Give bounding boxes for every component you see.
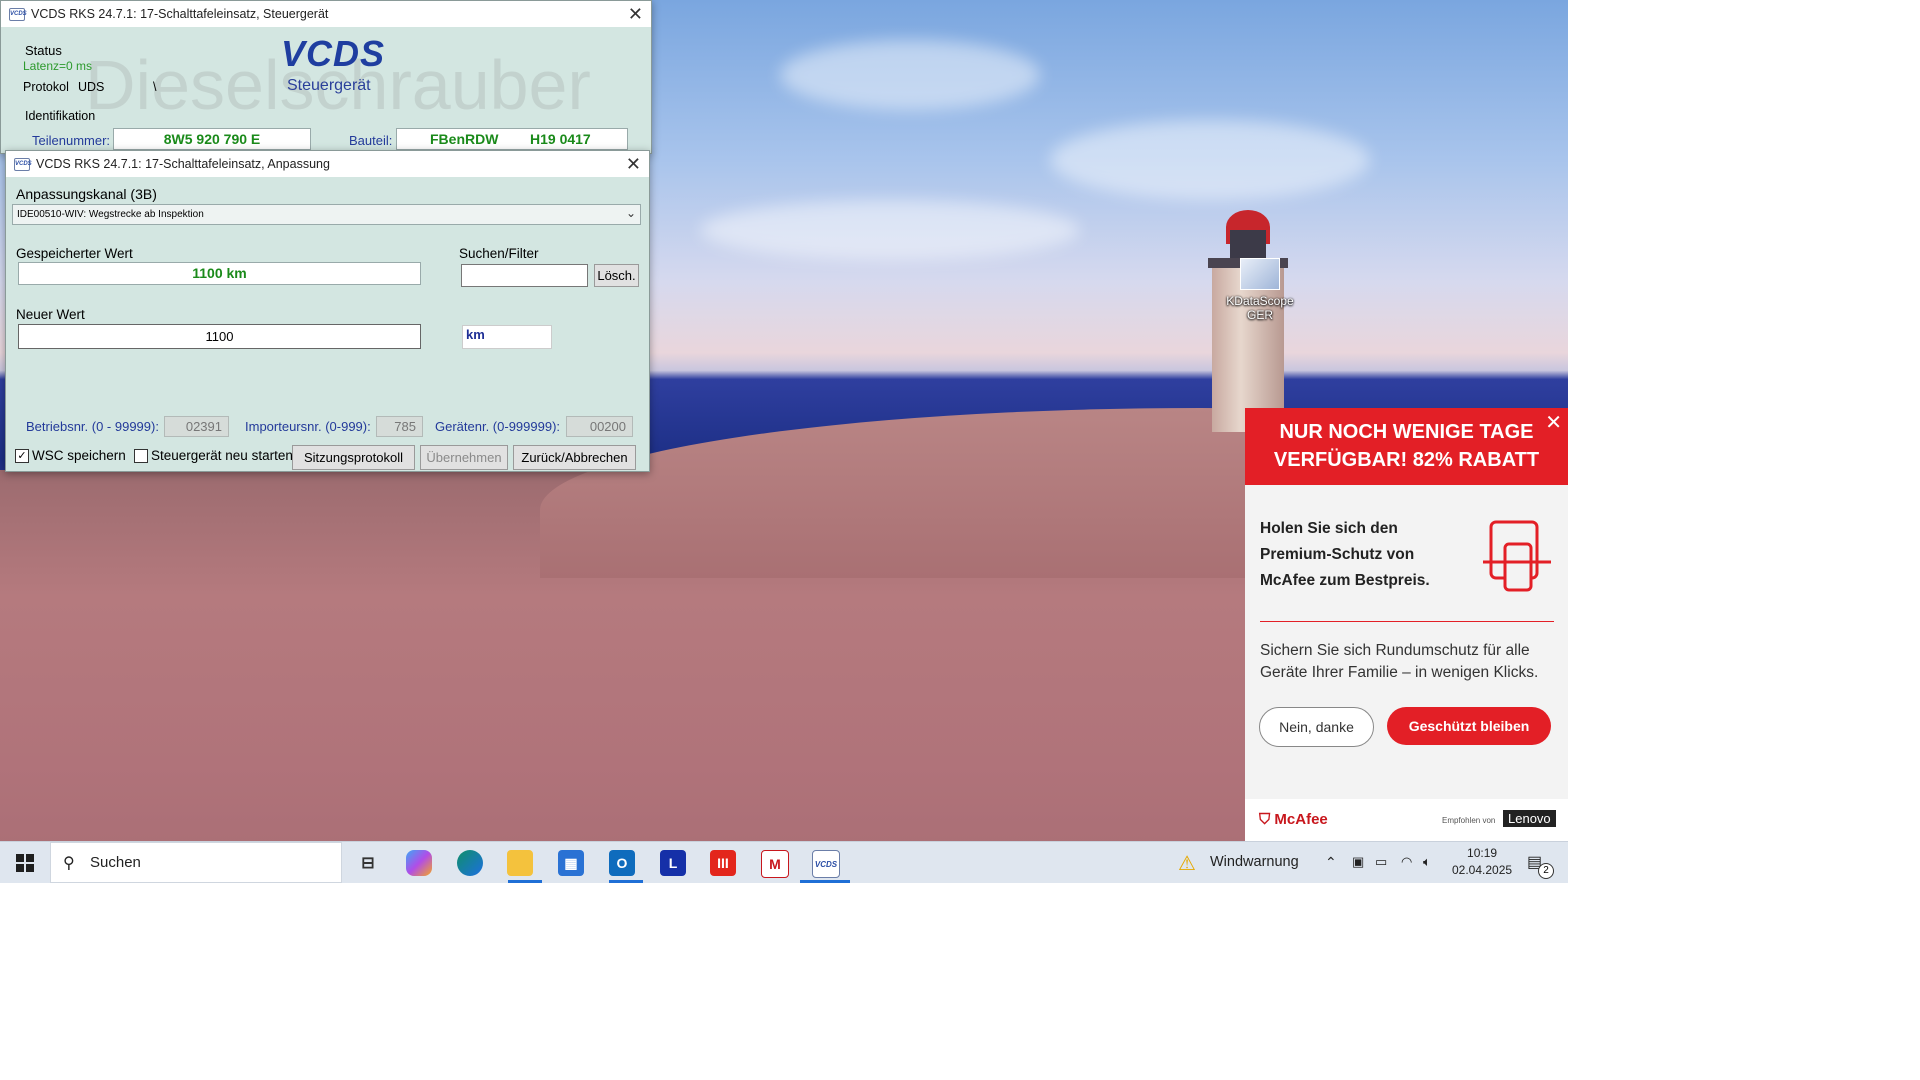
taskbar: ⚲ Suchen ⊟ ▦ O L III M VCDS ⚠ Windwarnun… bbox=[0, 841, 1568, 883]
stored-value-label: Gespeicherter Wert bbox=[16, 246, 133, 261]
channel-dropdown[interactable]: IDE00510-WIV: Wegstrecke ab Inspektion ⌄ bbox=[12, 204, 641, 225]
session-log-button[interactable]: Sitzungsprotokoll bbox=[292, 445, 415, 470]
cloud bbox=[1050, 120, 1370, 200]
apply-button[interactable]: Übernehmen bbox=[420, 445, 508, 470]
component-label: Bauteil: bbox=[349, 133, 393, 148]
mcafee-logo: ⛉ McAfee bbox=[1259, 811, 1328, 828]
search-filter-label: Suchen/Filter bbox=[459, 246, 539, 261]
start-button[interactable] bbox=[16, 854, 34, 872]
mcafee-icon[interactable]: M bbox=[761, 850, 789, 878]
dealer-field: 02391 bbox=[164, 416, 229, 437]
mcafee-title: Holen Sie sich den Premium-Schutz von Mc… bbox=[1260, 520, 1430, 589]
mcafee-footer: ⛉ McAfee Empfohlen von Lenovo bbox=[1245, 799, 1568, 841]
window-title: VCDS RKS 24.7.1: 17-Schalttafeleinsatz, … bbox=[31, 7, 329, 21]
importer-field: 785 bbox=[376, 416, 423, 437]
checkbox-unchecked-icon bbox=[134, 448, 148, 463]
restart-label: Steuergerät neu starten bbox=[151, 448, 293, 463]
close-icon[interactable]: ✕ bbox=[628, 4, 643, 25]
protocol-extra: \ bbox=[153, 80, 157, 94]
active-indicator bbox=[609, 880, 643, 883]
vcds-icon[interactable]: VCDS bbox=[812, 850, 840, 878]
notification-badge: 2 bbox=[1538, 863, 1554, 879]
l-app-icon[interactable]: L bbox=[660, 850, 686, 876]
protocol-value: UDS bbox=[78, 80, 105, 94]
cloud bbox=[700, 200, 1080, 260]
search-icon: ⚲ bbox=[63, 855, 75, 872]
search-filter-input[interactable] bbox=[461, 264, 588, 287]
copilot-icon[interactable] bbox=[406, 850, 432, 876]
kdatascope-icon bbox=[1240, 258, 1280, 290]
part-number-field: 8W5 920 790 E bbox=[113, 128, 311, 150]
device-icon[interactable]: ▣ bbox=[1352, 854, 1364, 870]
channel-label: Anpassungskanal (3B) bbox=[16, 186, 157, 202]
wsc-checkbox[interactable]: ✓ WSC speichern bbox=[15, 448, 126, 463]
battery-icon[interactable]: ▭ bbox=[1375, 854, 1387, 870]
active-indicator bbox=[800, 880, 850, 883]
vcds-main-window[interactable]: VCDS VCDS RKS 24.7.1: 17-Schalttafeleins… bbox=[0, 0, 652, 154]
close-icon[interactable]: ✕ bbox=[1545, 410, 1562, 435]
new-value-label: Neuer Wert bbox=[16, 307, 85, 322]
part-number-label: Teilenummer: bbox=[32, 133, 111, 148]
outlook-icon[interactable]: O bbox=[609, 850, 635, 876]
wsc-label: WSC speichern bbox=[32, 448, 126, 463]
mcafee-popup[interactable]: NUR NOCH WENIGE TAGE VERFÜGBAR! 82% RABA… bbox=[1245, 408, 1568, 841]
latency-text: Latenz=0 ms bbox=[23, 59, 93, 73]
search-placeholder: Suchen bbox=[90, 854, 141, 871]
devices-icon bbox=[1483, 520, 1551, 592]
title-bar[interactable]: VCDS VCDS RKS 24.7.1: 17-Schalttafeleins… bbox=[1, 1, 651, 27]
close-icon[interactable]: ✕ bbox=[626, 154, 641, 175]
accept-button[interactable]: Geschützt bleiben bbox=[1387, 707, 1551, 745]
edge-icon[interactable] bbox=[457, 850, 483, 876]
divider bbox=[1260, 621, 1554, 622]
chevron-up-icon[interactable]: ⌃ bbox=[1325, 854, 1337, 871]
stored-value-field: 1100 km bbox=[18, 262, 421, 285]
mcafee-headline: NUR NOCH WENIGE TAGE VERFÜGBAR! 82% RABA… bbox=[1245, 408, 1568, 485]
recommended-label: Empfohlen von bbox=[1442, 816, 1496, 825]
component-value: FBenRDW bbox=[430, 131, 499, 147]
red-app-icon[interactable]: III bbox=[710, 850, 736, 876]
device-field: 00200 bbox=[566, 416, 633, 437]
warning-icon: ⚠ bbox=[1178, 853, 1196, 875]
mcafee-body: Sichern Sie sich Rundumschutz für alle G… bbox=[1260, 642, 1539, 681]
file-explorer-icon[interactable] bbox=[507, 850, 533, 876]
chevron-down-icon: ⌄ bbox=[625, 206, 636, 220]
active-indicator bbox=[508, 880, 542, 883]
new-value-input[interactable]: 1100 bbox=[18, 324, 421, 349]
dealer-label: Betriebsnr. (0 - 99999): bbox=[26, 419, 159, 434]
volume-icon[interactable]: 🔈︎ bbox=[1423, 854, 1431, 870]
lenovo-logo: Lenovo bbox=[1503, 810, 1556, 827]
vcds-app-icon: VCDS bbox=[9, 7, 27, 21]
device-label: Gerätenr. (0-999999): bbox=[435, 419, 561, 434]
window-title: VCDS RKS 24.7.1: 17-Schalttafeleinsatz, … bbox=[36, 157, 330, 171]
store-icon[interactable]: ▦ bbox=[558, 850, 584, 876]
identification-label: Identifikation bbox=[25, 109, 96, 123]
vcds-logo: VCDS bbox=[281, 33, 386, 74]
cloud bbox=[780, 40, 1040, 110]
wifi-icon[interactable]: ◠ bbox=[1401, 854, 1412, 870]
clock-time: 10:19 bbox=[1467, 846, 1498, 860]
unit-field: km bbox=[462, 325, 552, 349]
component-version: H19 0417 bbox=[530, 131, 591, 147]
desktop-shortcut-kdatascope[interactable]: KDataScope GER bbox=[1213, 258, 1307, 322]
protocol-label: Protokol bbox=[23, 80, 69, 94]
taskbar-search[interactable]: ⚲ Suchen bbox=[50, 842, 342, 883]
weather-widget[interactable]: Windwarnung bbox=[1210, 854, 1299, 870]
clock[interactable]: 10:19 02.04.2025 bbox=[1452, 845, 1512, 879]
vcds-adaptation-window[interactable]: VCDS VCDS RKS 24.7.1: 17-Schalttafeleins… bbox=[5, 150, 650, 472]
desktop-shortcut-label: KDataScope GER bbox=[1226, 294, 1294, 322]
channel-dropdown-value: IDE00510-WIV: Wegstrecke ab Inspektion bbox=[17, 209, 204, 220]
decline-button[interactable]: Nein, danke bbox=[1259, 707, 1374, 747]
component-field: FBenRDW H19 0417 bbox=[396, 128, 628, 150]
clear-filter-button[interactable]: Lösch. bbox=[594, 264, 639, 287]
task-view-icon[interactable]: ⊟ bbox=[355, 850, 381, 876]
importer-label: Importeursnr. (0-999): bbox=[245, 419, 371, 434]
checkbox-checked-icon: ✓ bbox=[15, 448, 29, 463]
status-label: Status bbox=[25, 43, 62, 58]
window-subtitle: Steuergerät bbox=[287, 77, 371, 94]
clock-date: 02.04.2025 bbox=[1452, 863, 1513, 877]
title-bar[interactable]: VCDS VCDS RKS 24.7.1: 17-Schalttafeleins… bbox=[6, 151, 649, 177]
back-cancel-button[interactable]: Zurück/Abbrechen bbox=[513, 445, 636, 470]
vcds-app-icon: VCDS bbox=[14, 157, 32, 171]
restart-checkbox[interactable]: Steuergerät neu starten bbox=[134, 448, 293, 463]
